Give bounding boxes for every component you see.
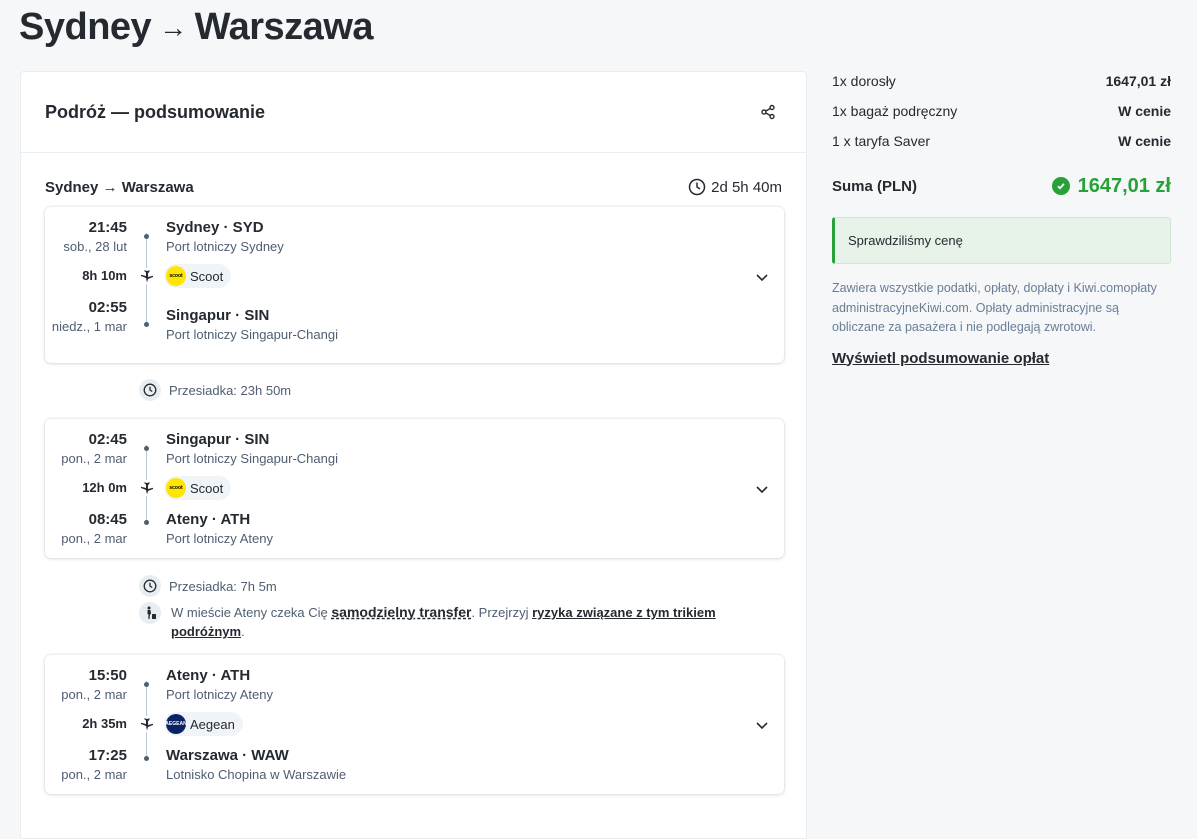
plane-icon — [139, 480, 155, 496]
trip-duration: 2d 5h 40m — [688, 178, 782, 196]
layover-1: Przesiadka: 23h 50m — [139, 379, 291, 401]
layover-text: Przesiadka: 7h 5m — [169, 578, 277, 594]
trip-summary-card: Podróż — podsumowanie Sydney → Warszawa … — [20, 71, 807, 839]
transfer-suffix: . — [241, 624, 245, 639]
departure-city: Sydney · SYD — [166, 219, 264, 236]
self-transfer-notice: W mieście Ateny czeka Cię samodzielny tr… — [171, 603, 751, 641]
arrival-city: Warszawa · WAW — [166, 747, 289, 764]
carrier-name: Scoot — [190, 268, 224, 284]
flight-duration: 8h 10m — [82, 268, 127, 283]
price-row: 1x bagaż podręczny W cenie — [832, 96, 1171, 126]
price-row: 1x dorosły 1647,01 zł — [832, 66, 1171, 96]
flight-duration: 2h 35m — [82, 716, 127, 731]
share-icon — [761, 104, 775, 120]
arrival-time: 02:55 — [88, 299, 127, 316]
clock-icon — [688, 178, 706, 196]
self-transfer-icon — [139, 602, 161, 624]
trip-duration-value: 2d 5h 40m — [711, 178, 782, 196]
plane-icon — [139, 716, 155, 732]
departure-date: pon., 2 mar — [61, 451, 127, 466]
departure-airport: Port lotniczy Singapur-Changi — [166, 451, 338, 466]
aegean-logo-icon: AEGEAN — [165, 714, 187, 734]
check-circle-icon — [1051, 177, 1070, 195]
departure-date: sob., 28 lut — [63, 239, 127, 254]
flight-segment-2[interactable]: 02:45 pon., 2 mar Singapur · SIN Port lo… — [45, 419, 784, 558]
arrival-city: Ateny · ATH — [166, 511, 251, 528]
arrival-date: pon., 2 mar — [61, 767, 127, 782]
clock-icon — [139, 379, 161, 401]
carrier-badge: scoot Scoot — [164, 264, 232, 288]
departure-airport: Port lotniczy Sydney — [166, 239, 284, 254]
arrival-airport: Port lotniczy Singapur-Changi — [166, 327, 338, 342]
departure-airport: Port lotniczy Ateny — [166, 687, 273, 702]
self-transfer-link[interactable]: samodzielny transfer — [331, 604, 471, 620]
card-header: Podróż — podsumowanie — [21, 72, 806, 153]
timeline-dot — [144, 520, 149, 525]
departure-city: Singapur · SIN — [166, 431, 270, 448]
arrival-city: Singapur · SIN — [166, 307, 270, 324]
total-label: Suma (PLN) — [832, 177, 918, 195]
total-amount: 1647,01 zł — [1077, 174, 1171, 197]
plane-icon — [139, 268, 155, 284]
arrival-airport: Port lotniczy Ateny — [166, 531, 273, 546]
departure-time: 15:50 — [88, 667, 127, 684]
timeline-dot — [144, 446, 149, 451]
departure-time: 02:45 — [88, 431, 127, 448]
transfer-prefix: W mieście Ateny czeka Cię — [171, 605, 332, 620]
timeline-dot — [144, 756, 149, 761]
arrival-time: 08:45 — [88, 511, 127, 528]
timeline-dot — [144, 322, 149, 327]
transfer-middle: . Przejrzyj — [471, 605, 533, 620]
timeline-dot — [144, 234, 149, 239]
price-summary: 1x dorosły 1647,01 zł 1x bagaż podręczny… — [832, 66, 1171, 368]
carrier-name: Aegean — [190, 716, 235, 732]
chevron-down-icon[interactable] — [754, 269, 770, 285]
flight-segment-3[interactable]: 15:50 pon., 2 mar Ateny · ATH Port lotni… — [45, 655, 784, 794]
card-title: Podróż — podsumowanie — [45, 101, 266, 122]
price-checked-alert: Sprawdziliśmy cenę — [832, 217, 1171, 264]
departure-date: pon., 2 mar — [61, 687, 127, 702]
trip-route: Sydney → Warszawa — [45, 178, 194, 196]
layover-2: Przesiadka: 7h 5m — [139, 575, 277, 597]
scoot-logo-icon: scoot — [166, 266, 186, 286]
price-value: W cenie — [1118, 133, 1171, 149]
total-row: Suma (PLN) 1647,01 zł — [832, 171, 1171, 201]
page-title-destination: Warszawa — [194, 6, 374, 48]
page-title: Sydney → Warszawa — [19, 6, 374, 49]
self-transfer-notice-icon-wrap — [139, 602, 161, 624]
arrival-time: 17:25 — [88, 747, 127, 764]
departure-city: Ateny · ATH — [166, 667, 251, 684]
total-value: 1647,01 zł — [1051, 174, 1171, 198]
price-value: 1647,01 zł — [1105, 73, 1171, 89]
clock-icon — [139, 575, 161, 597]
carrier-badge: AEGEAN Aegean — [164, 712, 243, 736]
price-label: 1x dorosły — [832, 73, 896, 89]
carrier-badge: scoot Scoot — [164, 476, 232, 500]
scoot-logo-icon: scoot — [166, 478, 186, 498]
chevron-down-icon[interactable] — [754, 717, 770, 733]
arrival-date: pon., 2 mar — [61, 531, 127, 546]
price-row: 1 x taryfa Saver W cenie — [832, 126, 1171, 156]
flight-duration: 12h 0m — [82, 480, 127, 495]
carrier-name: Scoot — [190, 480, 224, 496]
arrival-airport: Lotnisko Chopina w Warszawie — [166, 767, 347, 782]
flight-segment-1[interactable]: 21:45 sob., 28 lut Sydney · SYD Port lot… — [45, 207, 784, 363]
price-label: 1x bagaż podręczny — [832, 103, 958, 119]
price-value: W cenie — [1118, 103, 1171, 119]
departure-time: 21:45 — [88, 219, 127, 236]
share-button[interactable] — [754, 98, 782, 126]
page-title-origin: Sydney — [19, 6, 152, 48]
arrival-date: niedz., 1 mar — [51, 319, 127, 334]
price-label: 1 x taryfa Saver — [832, 133, 931, 149]
trip-header: Sydney → Warszawa 2d 5h 40m — [45, 178, 782, 196]
fees-fine-print: Zawiera wszystkie podatki, opłaty, dopła… — [832, 281, 1157, 334]
layover-text: Przesiadka: 23h 50m — [169, 382, 292, 398]
page-title-arrow: → — [159, 11, 187, 43]
chevron-down-icon[interactable] — [754, 481, 770, 497]
fees-summary-link[interactable]: Wyświetl podsumowanie opłat — [832, 350, 1049, 367]
timeline-dot — [144, 682, 149, 687]
